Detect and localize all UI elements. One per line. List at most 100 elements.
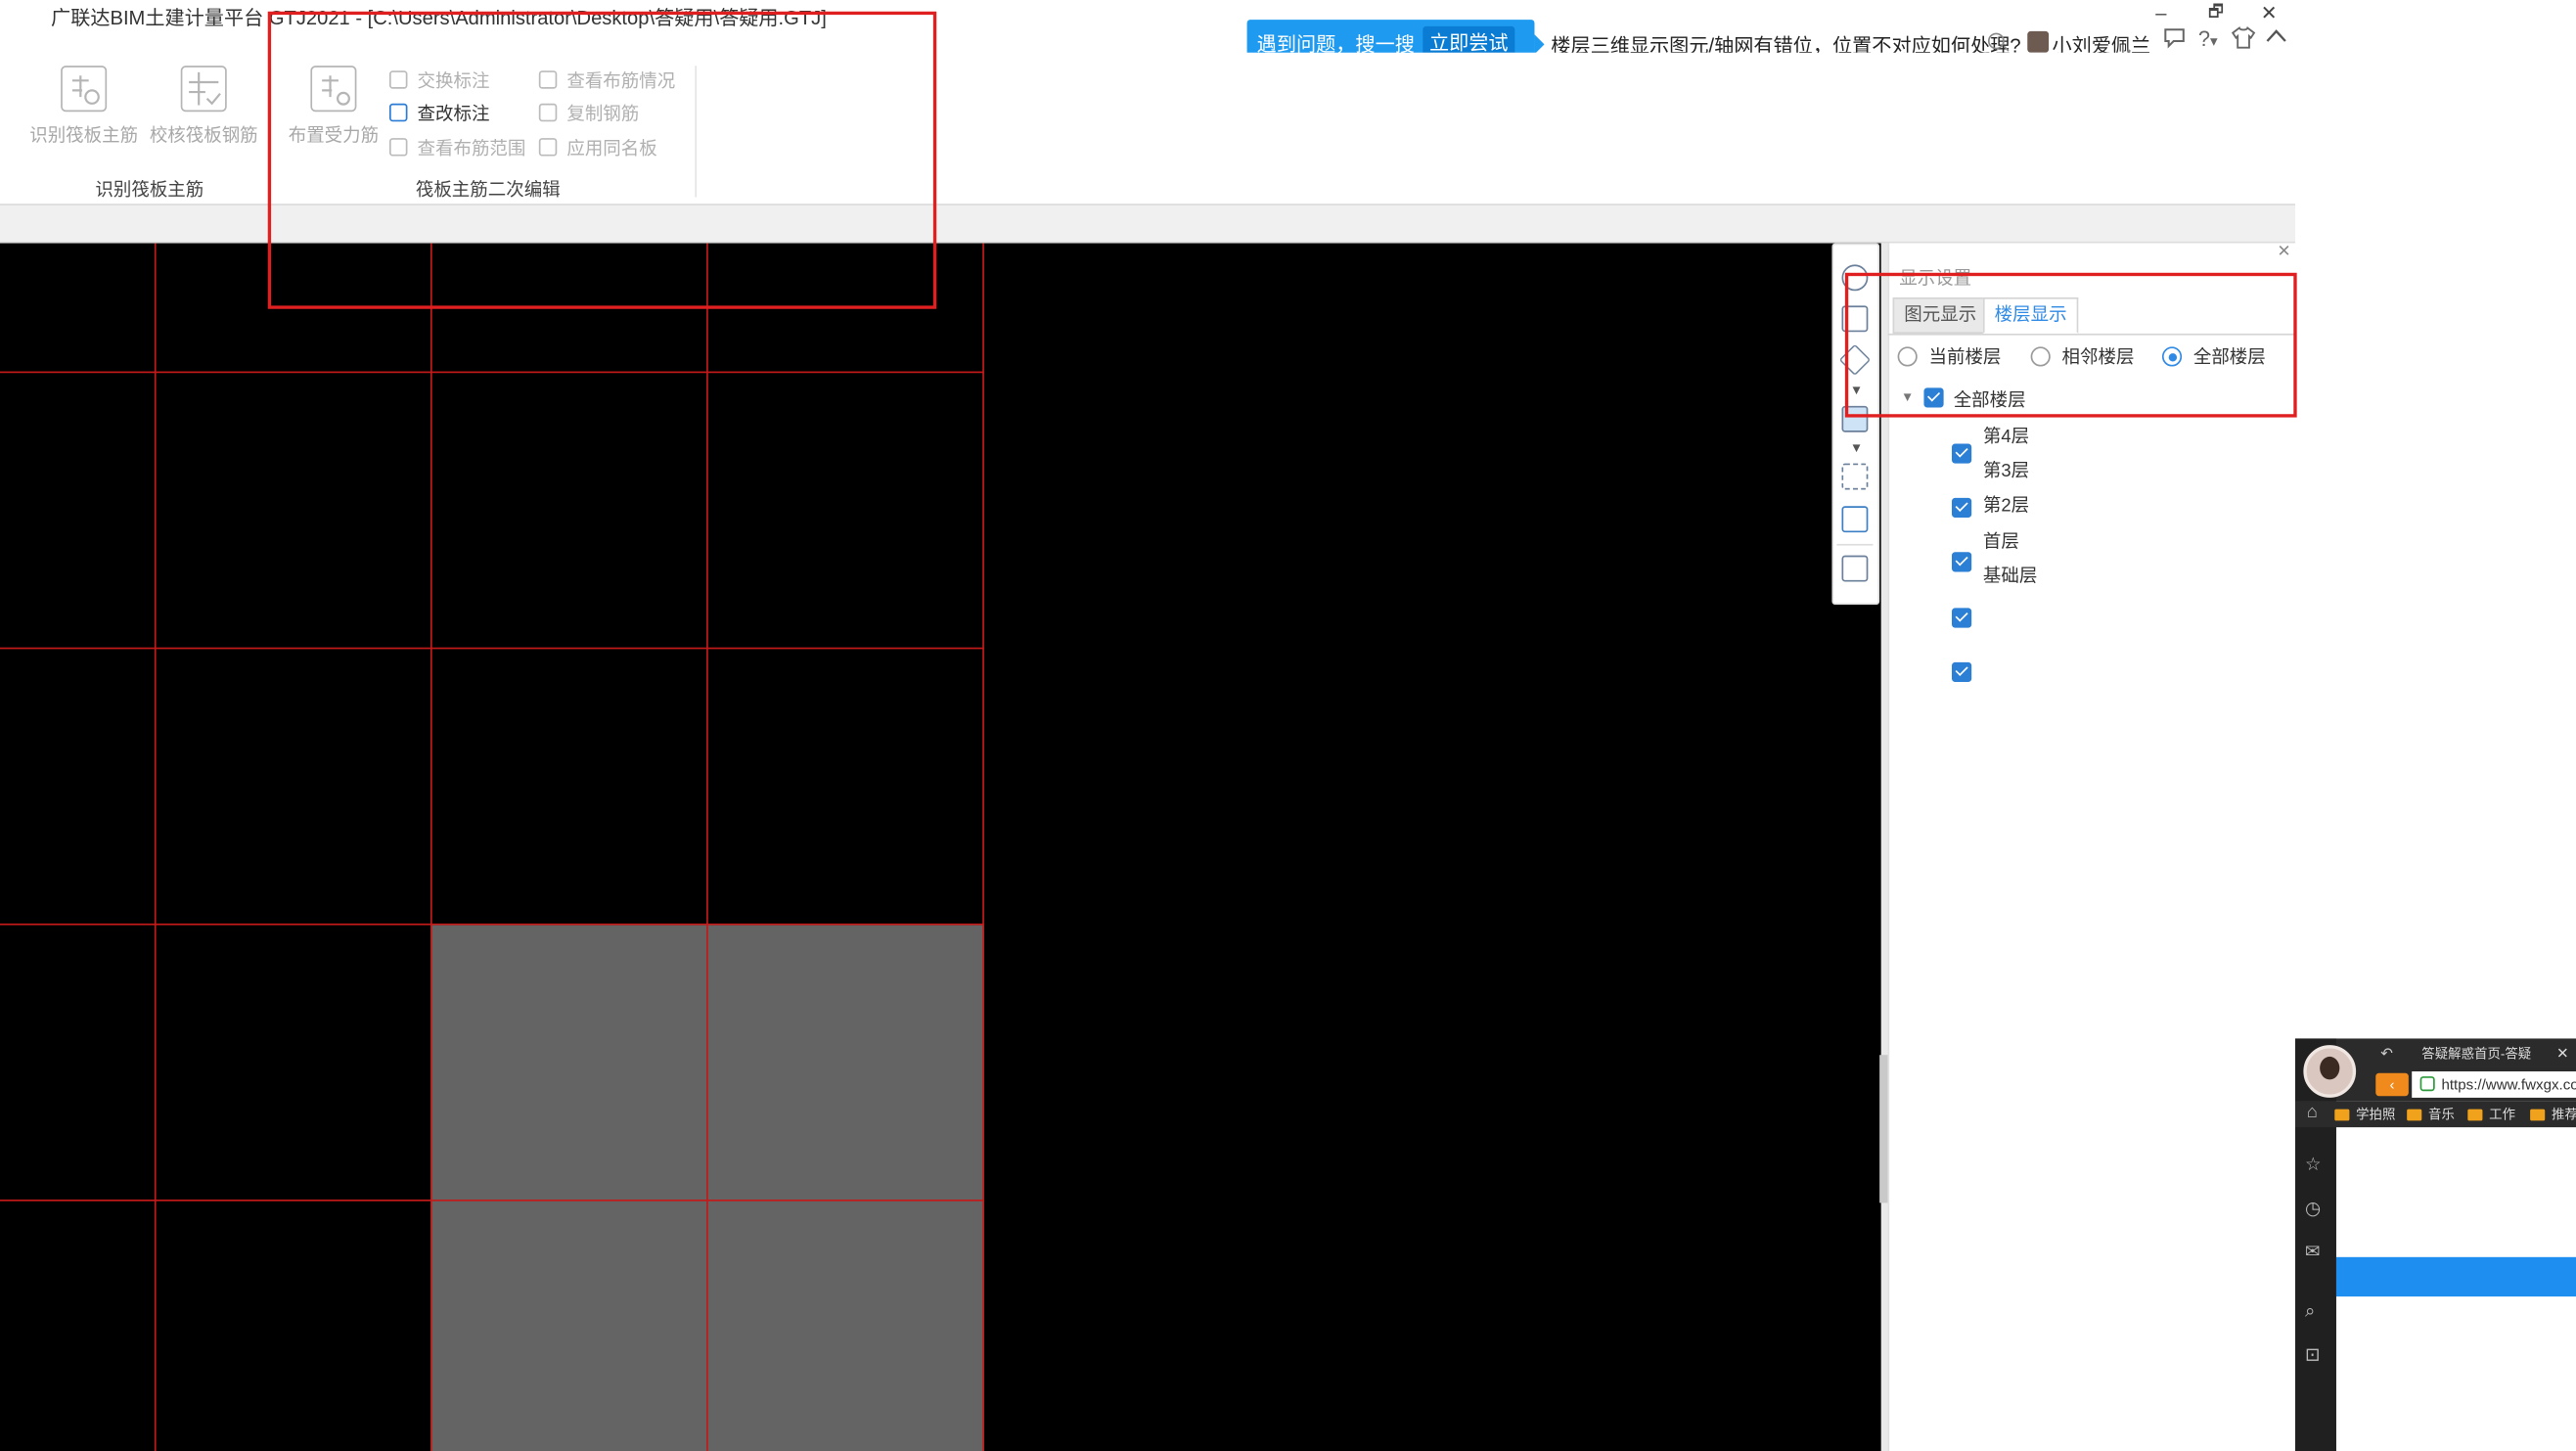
tab-underline: [1887, 333, 2295, 336]
radio-label: 当前楼层: [1928, 348, 2002, 369]
bookmark-item[interactable]: 学拍照: [2334, 1106, 2395, 1123]
checkbox-floor-2[interactable]: [1952, 552, 1972, 572]
orbit-icon[interactable]: [1841, 264, 1869, 292]
check-raft-rebar-icon: [180, 66, 227, 113]
floor-label: 第3层: [1982, 461, 2030, 482]
tab-close-icon[interactable]: ✕: [2556, 1045, 2569, 1063]
help-icon[interactable]: ?▾: [2198, 26, 2218, 55]
browser-tab-title[interactable]: 答疑解惑首页-答疑: [2421, 1045, 2531, 1063]
bookmark-item[interactable]: 音乐: [2407, 1106, 2455, 1123]
tab-floor-display[interactable]: 楼层显示: [1982, 296, 2079, 334]
browser-highlight-bar: [2335, 1256, 2576, 1297]
grid-line: [0, 1200, 984, 1202]
floor-label: 基础层: [1982, 567, 2038, 587]
collapse-ribbon-icon[interactable]: [2266, 26, 2287, 53]
folder-icon: [2530, 1109, 2546, 1121]
check-raft-rebar-button[interactable]: 校核筏板钢筋: [146, 66, 261, 148]
button-label: 应用同名板: [566, 139, 657, 159]
identify-raft-rebar-icon: [61, 66, 108, 113]
swap-annotation-icon: [388, 70, 408, 89]
window-title: 广联达BIM土建计量平台 GTJ2021 - [C:\Users\Adminis…: [51, 6, 827, 30]
radio-circle: [1897, 346, 1918, 367]
radio-label: 全部楼层: [2192, 348, 2266, 369]
favorites-star-icon[interactable]: ☆: [2305, 1154, 2322, 1175]
grid-line: [982, 243, 984, 1451]
cube-view-icon[interactable]: [1841, 506, 1869, 533]
chat-icon[interactable]: [2162, 26, 2187, 56]
identify-raft-rebar-button[interactable]: 识别筏板主筋: [26, 66, 142, 148]
lock-icon: [2419, 1076, 2435, 1092]
checkbox-all-floors[interactable]: [1923, 387, 1944, 408]
display-settings-panel: [1887, 243, 2295, 1451]
view-rebar-range-button[interactable]: 查看布筋范围: [388, 136, 526, 162]
games-icon[interactable]: ⊡: [2305, 1344, 2320, 1366]
button-label: 查看布筋情况: [566, 71, 676, 93]
properties-list-icon[interactable]: [1841, 555, 1869, 582]
search-icon[interactable]: [1987, 32, 2005, 50]
back-arrow-icon[interactable]: ↶: [2380, 1045, 2393, 1063]
search-icon[interactable]: ⌕: [2305, 1301, 2315, 1323]
user-avatar[interactable]: [2027, 30, 2050, 53]
2d-view-icon[interactable]: [1841, 305, 1869, 333]
tree-expand-icon[interactable]: ▼: [1901, 389, 1914, 404]
inbox-icon[interactable]: ✉: [2305, 1241, 2320, 1262]
canvas-scrollbar[interactable]: [1880, 243, 1888, 1451]
minimize-button[interactable]: –: [2155, 0, 2166, 26]
home-icon[interactable]: ⌂: [2307, 1103, 2318, 1122]
skin-icon[interactable]: [2231, 26, 2256, 56]
ribbon-separator: [695, 66, 698, 198]
tab-element-display[interactable]: 图元显示: [1892, 296, 1988, 334]
display-dropdown-arrow[interactable]: ▼: [1850, 440, 1863, 455]
history-clock-icon[interactable]: ◷: [2305, 1198, 2321, 1219]
url-input[interactable]: https://www.fwxgx.com: [2412, 1071, 2576, 1098]
button-label: 布置受力筋: [288, 126, 380, 147]
checkbox-floor-4[interactable]: [1952, 443, 1972, 464]
swap-annotation-button[interactable]: 交换标注: [388, 69, 490, 96]
browser-profile-avatar[interactable]: [2303, 1045, 2357, 1098]
browser-back-button[interactable]: ‹: [2375, 1072, 2409, 1097]
checkbox-floor-1[interactable]: [1952, 608, 1972, 628]
button-label: 识别筏板主筋: [29, 126, 139, 147]
floor-label: 第4层: [1982, 427, 2030, 447]
button-label: 交换标注: [417, 71, 490, 93]
group-label-identify: 识别筏板主筋: [95, 180, 204, 201]
floor-label: 第2层: [1982, 496, 2030, 517]
view-rebar-range-icon: [388, 138, 408, 157]
button-label: 校核筏板钢筋: [149, 126, 258, 147]
bookmark-item[interactable]: 工作: [2467, 1106, 2515, 1123]
grid-line: [429, 243, 432, 1451]
panel-close-icon[interactable]: ✕: [2278, 244, 2291, 261]
zoom-extents-icon[interactable]: [1841, 463, 1869, 490]
apply-same-name-button[interactable]: 应用同名板: [538, 136, 657, 162]
display-settings-icon[interactable]: [1841, 405, 1869, 432]
bookmark-item[interactable]: 推荐: [2530, 1106, 2576, 1123]
panel-title: 显示设置: [1899, 269, 1972, 290]
scrollbar-thumb[interactable]: [1879, 1055, 1888, 1203]
grid-line: [706, 243, 708, 1451]
grid-line: [0, 371, 984, 374]
bookmark-label: 音乐: [2428, 1107, 2455, 1123]
floor-label: 首层: [1982, 532, 2019, 553]
copy-rebar-icon: [538, 103, 558, 122]
checkbox-floor-3[interactable]: [1952, 497, 1972, 519]
copy-rebar-button[interactable]: 复制钢筋: [538, 102, 639, 128]
close-button[interactable]: ✕: [2261, 0, 2278, 26]
edit-annotation-button[interactable]: 查改标注: [388, 102, 489, 128]
radio-all-floors[interactable]: 全部楼层: [2161, 343, 2266, 370]
grid-line: [0, 647, 984, 650]
radio-circle: [2030, 346, 2051, 367]
radio-adjacent-floors[interactable]: 相邻楼层: [2030, 343, 2134, 370]
view-dropdown-arrow[interactable]: ▼: [1850, 383, 1863, 397]
ribbon-separator: [269, 66, 272, 198]
place-rebar-button[interactable]: 布置受力筋: [276, 66, 391, 148]
checkbox-foundation-floor[interactable]: [1952, 661, 1972, 682]
bookmark-label: 工作: [2489, 1107, 2516, 1123]
folder-icon: [2407, 1109, 2422, 1121]
strip-separator: [1836, 543, 1874, 546]
view-rebar-layout-button[interactable]: 查看布筋情况: [538, 69, 676, 96]
view-rebar-layout-icon: [538, 70, 558, 89]
radio-current-floor[interactable]: 当前楼层: [1897, 343, 2002, 370]
button-label: 查看布筋范围: [417, 139, 526, 159]
restore-button[interactable]: 🗗: [2208, 0, 2224, 26]
secondary-toolbar: [0, 204, 2295, 244]
